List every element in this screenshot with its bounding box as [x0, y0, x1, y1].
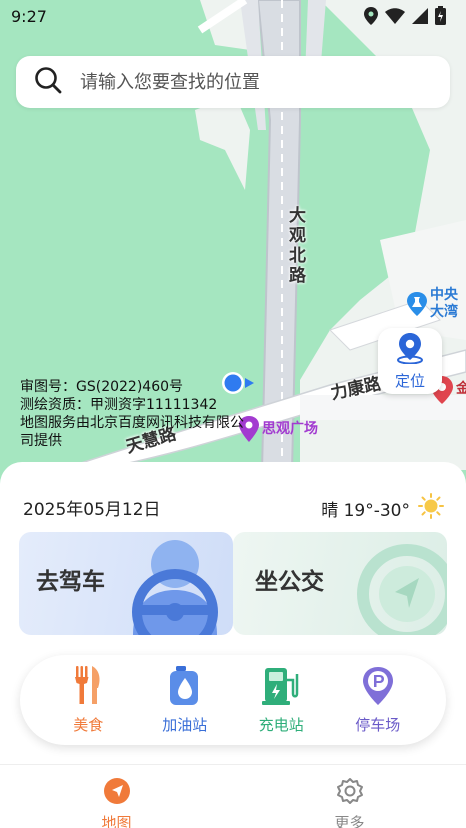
poi-label-central-bay[interactable]: 中央大湾 [430, 287, 466, 321]
service-bar: 美食 加油站 充电站 停车场 [20, 655, 446, 745]
search-icon [34, 66, 62, 98]
search-input[interactable] [80, 71, 410, 93]
locate-label: 定位 [394, 371, 425, 390]
service-charging[interactable]: 充电站 [241, 666, 321, 735]
status-time: 9:27 [11, 7, 47, 26]
date-text: 2025年05月12日 [23, 500, 161, 520]
service-parking-label: 停车场 [355, 715, 401, 734]
locate-pin-icon [395, 332, 425, 368]
nav-more[interactable]: 更多 [233, 765, 466, 828]
service-gas-label: 加油站 [162, 715, 208, 734]
status-icons [364, 6, 446, 29]
bus-illustration-icon [357, 544, 447, 635]
sun-icon [418, 493, 444, 524]
fork-knife-icon [73, 665, 103, 710]
compass-icon [103, 777, 131, 809]
battery-icon [435, 6, 446, 29]
search-bar[interactable] [16, 56, 450, 108]
weather-text: 晴 19°-30° [321, 501, 410, 521]
status-bar: 9:27 [0, 0, 466, 32]
service-charging-label: 充电站 [258, 715, 304, 734]
map-credit: 审图号：GS(2022)460号 测绘资质：甲测资字11111342 地图服务由… [20, 379, 244, 449]
gas-drop-icon [168, 665, 202, 710]
service-parking[interactable]: 停车场 [338, 666, 418, 735]
service-food[interactable]: 美食 [48, 665, 128, 735]
nav-map-label: 地图 [101, 814, 132, 828]
nav-map[interactable]: 地图 [0, 765, 233, 828]
parking-icon [361, 666, 395, 710]
cell-signal-icon [412, 7, 428, 28]
bus-label: 坐公交 [255, 569, 324, 595]
location-icon [364, 6, 378, 29]
road-label-daguan: 大观北路 [289, 206, 306, 286]
drive-label: 去驾车 [36, 569, 105, 595]
charging-pile-icon [261, 666, 301, 710]
weather: 晴 19°-30° [321, 493, 444, 524]
gear-icon [336, 777, 364, 809]
wifi-icon [385, 7, 405, 28]
bottom-nav: 地图 更多 [0, 764, 466, 828]
bottom-panel: 2025年05月12日 晴 19°-30° 去驾车 坐公交 美食 加油站 充电站… [0, 462, 466, 828]
drive-card[interactable]: 去驾车 [19, 532, 233, 635]
driver-illustration-icon [132, 540, 218, 635]
poi-label-gold[interactable]: 金 [456, 378, 466, 398]
bus-card[interactable]: 坐公交 [233, 532, 447, 635]
locate-button[interactable]: 定位 [378, 328, 442, 394]
service-gas[interactable]: 加油站 [145, 665, 225, 735]
nav-more-label: 更多 [334, 814, 365, 828]
service-food-label: 美食 [73, 715, 104, 734]
